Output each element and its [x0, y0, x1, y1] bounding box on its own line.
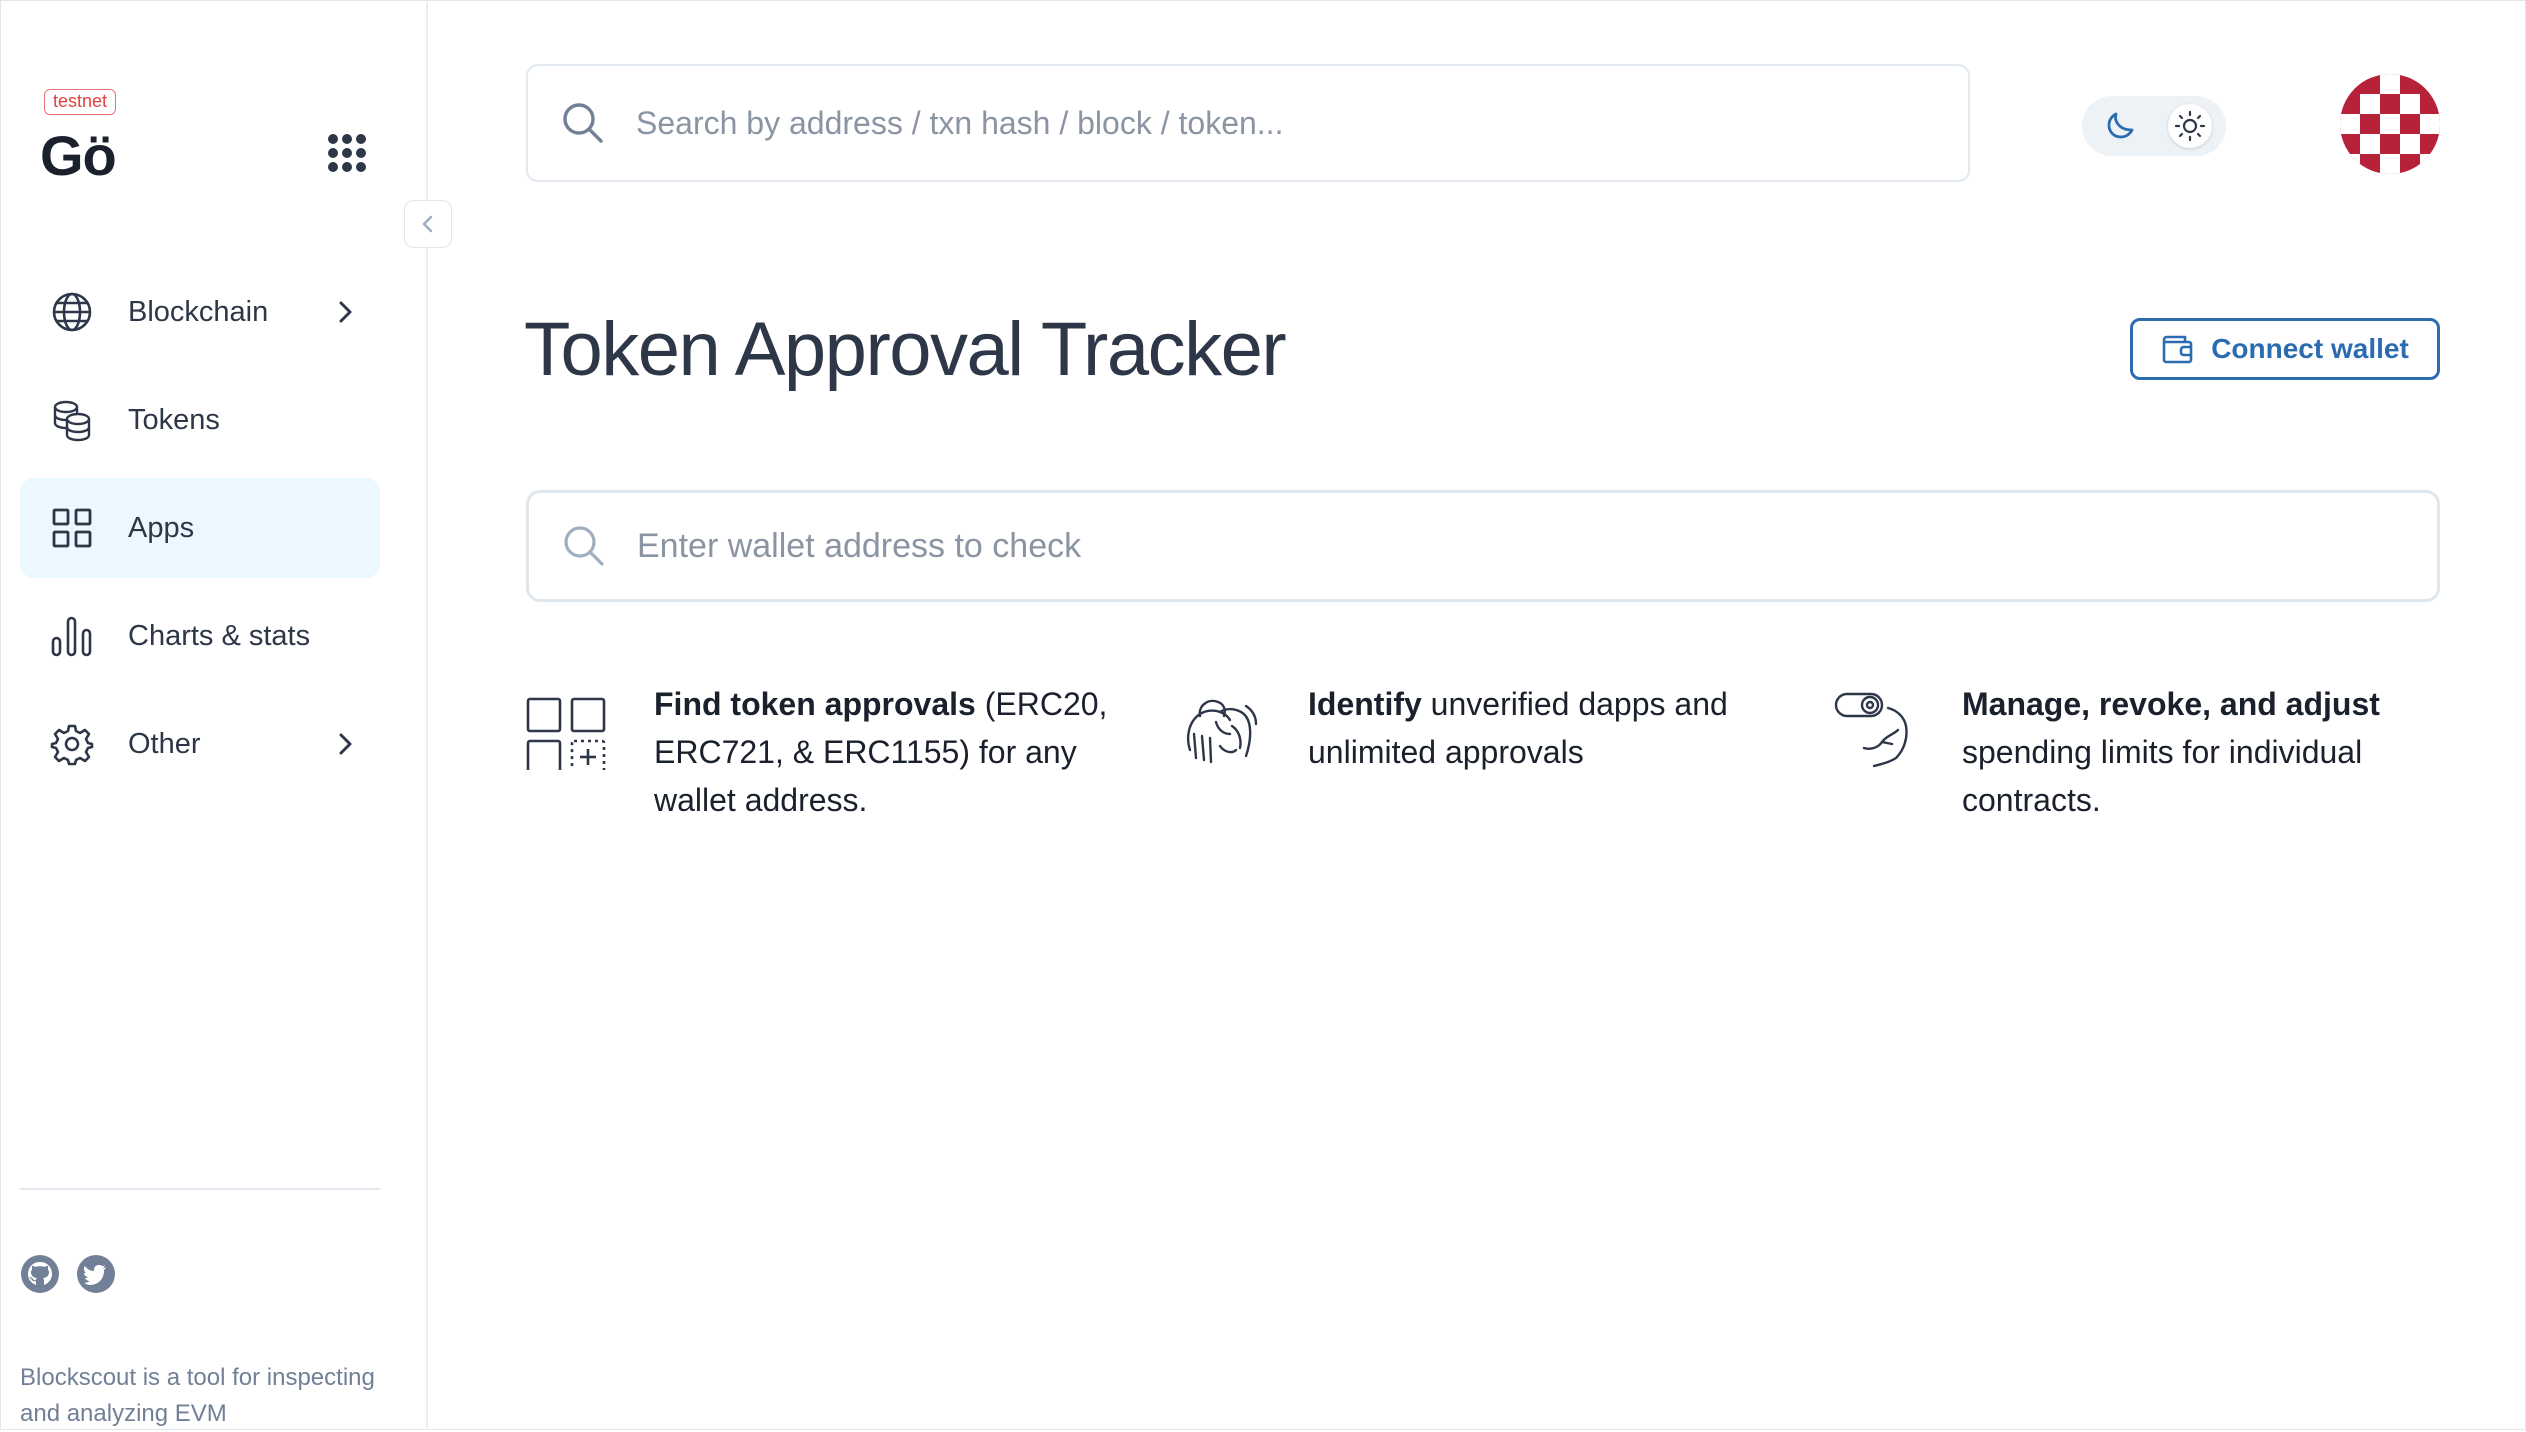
network-menu-grid-icon[interactable] [320, 128, 368, 176]
network-badge: testnet [44, 89, 117, 115]
feature-text: Manage, revoke, and adjust spending limi… [1962, 686, 2380, 818]
sidebar: testnet Gö Blockchain Tokens Apps Charts… [0, 0, 428, 1430]
sidebar-item-apps[interactable]: Apps [20, 478, 380, 578]
bar-chart-icon [51, 616, 92, 657]
sidebar-item-label: Other [128, 727, 201, 760]
wallet-icon [2162, 335, 2193, 364]
sidebar-item-blockchain[interactable]: Blockchain [20, 262, 380, 362]
theme-toggle-knob [2168, 104, 2212, 148]
toggle-hand-icon [1834, 692, 1908, 768]
globe-icon [52, 292, 92, 332]
connect-wallet-button[interactable]: Connect wallet [2130, 318, 2440, 380]
identicon-icon [2340, 74, 2440, 174]
collapse-sidebar-button[interactable] [404, 200, 452, 248]
global-search-input[interactable] [634, 103, 1838, 143]
github-icon[interactable] [20, 1254, 60, 1294]
sidebar-item-label: Apps [128, 511, 195, 544]
user-avatar[interactable] [2340, 74, 2440, 174]
sidebar-divider [20, 1188, 380, 1190]
sidebar-item-other[interactable]: Other [20, 694, 380, 794]
page-title: Token Approval Tracker [524, 307, 1287, 392]
global-search-bar[interactable] [526, 64, 1970, 182]
search-icon [563, 103, 603, 143]
sidebar-item-label: Blockchain [128, 295, 269, 328]
theme-toggle[interactable] [2082, 96, 2226, 156]
footer-description: Blockscout is a tool for inspecting and … [20, 1364, 375, 1427]
sidebar-item-tokens[interactable]: Tokens [20, 370, 380, 470]
sidebar-item-label: Charts & stats [128, 619, 311, 652]
twitter-icon[interactable] [76, 1254, 116, 1294]
sidebar-nav: Blockchain Tokens Apps Charts & stats Ot… [20, 262, 380, 802]
sun-icon [2174, 110, 2206, 142]
moon-icon [2107, 112, 2134, 139]
coins-icon [53, 400, 91, 442]
chevron-right-icon [339, 301, 352, 323]
wallet-search-bar[interactable] [526, 490, 2440, 602]
feature-text: Identify unverified dapps and unlimited … [1308, 686, 1728, 770]
grid-squares-icon [526, 697, 606, 770]
gear-icon [50, 724, 94, 766]
logo[interactable]: Gö [40, 124, 117, 188]
feature-text: Find token approvals (ERC20, ERC721, & E… [654, 686, 1108, 818]
apps-grid-icon [52, 508, 92, 548]
connect-wallet-label: Connect wallet [2211, 333, 2409, 364]
chevron-left-icon [422, 215, 433, 233]
sidebar-item-label: Tokens [128, 403, 220, 436]
chevron-right-icon [339, 733, 352, 755]
search-icon [564, 526, 604, 566]
wallet-address-input[interactable] [635, 525, 1839, 567]
sidebar-item-charts-stats[interactable]: Charts & stats [20, 586, 380, 686]
facepalm-icon [1186, 699, 1258, 764]
